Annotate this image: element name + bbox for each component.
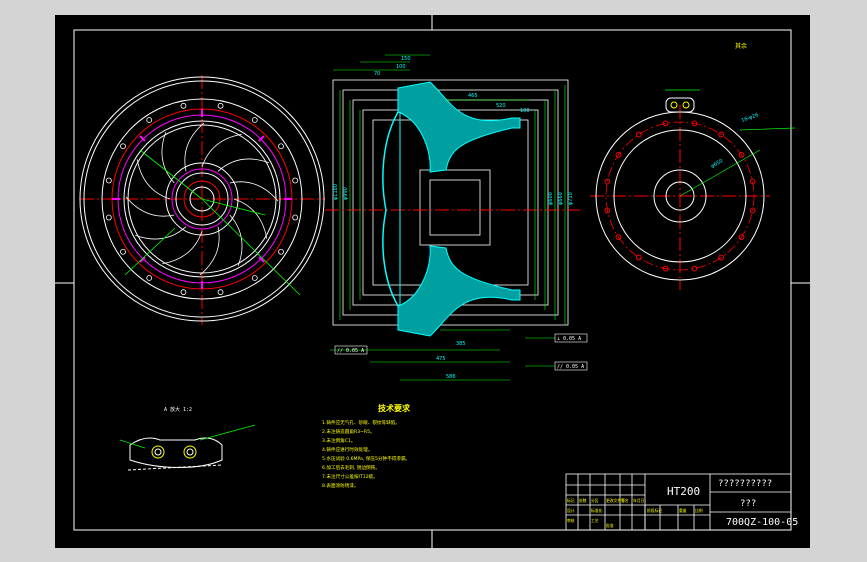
part-name-label: ???: [740, 499, 756, 509]
detail-label: A 放大 1:2: [164, 406, 192, 413]
tb-cell-5: 年月日: [633, 498, 645, 503]
tech-note-7: 7.未注尺寸公差按IT12级。: [322, 473, 378, 480]
dim-bottom-2: 586: [446, 374, 456, 380]
tb-cell-7: 标准化: [591, 508, 603, 513]
tb-cell-13: 批准: [606, 523, 614, 528]
title-block-cells: 标记 处数 分区 更改文件号 签名 年月日 设计 标准化 阶段标记 重量 比例 …: [567, 498, 703, 528]
dim-right-2: φ710: [568, 192, 574, 205]
tb-cell-8: 阶段标记: [647, 508, 662, 513]
tech-note-4: 4.铸件应进行时效处理。: [322, 446, 372, 453]
tech-note-2: 2.未注铸造圆角R3~R5。: [322, 428, 375, 435]
dim-bottom-0: 385: [456, 341, 466, 347]
dim-side-1: 520: [496, 103, 506, 109]
tb-cell-9: 重量: [679, 508, 687, 513]
dim-side-2: 100: [520, 108, 530, 114]
title-cn-label: ??????????: [718, 479, 772, 489]
material-label: HT200: [667, 485, 700, 498]
dim-left-0: φ1180: [333, 184, 339, 200]
tolerance-frames: // 0.05 A ⊥ 0.05 A // 0.05 A: [334, 333, 588, 371]
dim-right-0: φ600: [548, 192, 554, 205]
tb-cell-0: 标记: [567, 498, 575, 503]
tb-cell-6: 设计: [567, 508, 575, 513]
tb-cell-12: 工艺: [591, 518, 599, 523]
roughness-note: 其余: [735, 42, 747, 50]
tech-note-3: 3.未注倒角C1。: [322, 437, 355, 444]
dim-right-1: φ660: [558, 192, 564, 205]
dim-left-1: φ990: [343, 187, 349, 200]
tolerance-frame-0: // 0.05 A: [337, 348, 364, 354]
text-layer: HT200 ?????????? ??? 700QZ-100-05 技术要求 1…: [164, 42, 798, 528]
tb-cell-11: 审核: [567, 518, 575, 523]
drawing-number-label: 700QZ-100-05: [726, 517, 798, 528]
tech-note-1: 1.铸件应无气孔、砂眼、裂纹等缺陷。: [322, 419, 400, 426]
tb-cell-1: 处数: [579, 498, 587, 503]
tech-note-8: 8.表面涂防锈漆。: [322, 482, 359, 489]
dim-top-1: 100: [396, 64, 406, 70]
tech-note-6: 6.加工后去毛刺, 锐边倒钝。: [322, 464, 380, 471]
dim-top-0: 150: [401, 56, 411, 62]
dim-top-2: 70: [374, 71, 380, 77]
dim-right-view-0: 16-φ26: [741, 112, 760, 124]
dim-right-view-1: φ650: [710, 158, 724, 170]
tolerance-frame-1: ⊥ 0.05 A: [557, 336, 581, 342]
tech-notes-list: 1.铸件应无气孔、砂眼、裂纹等缺陷。 2.未注铸造圆角R3~R5。 3.未注倒角…: [322, 419, 410, 489]
tb-cell-2: 分区: [591, 498, 599, 503]
tb-cell-10: 比例: [695, 508, 703, 513]
tech-note-5: 5.水压试验 0.6MPa, 保压5分钟不得渗漏。: [322, 455, 410, 462]
tb-cell-4: 签名: [621, 498, 629, 503]
dim-side-0: 465: [468, 93, 478, 99]
dim-bottom-1: 475: [436, 356, 446, 362]
tolerance-frame-2: // 0.05 A: [557, 364, 584, 370]
tech-requirements-heading: 技术要求: [378, 403, 411, 413]
